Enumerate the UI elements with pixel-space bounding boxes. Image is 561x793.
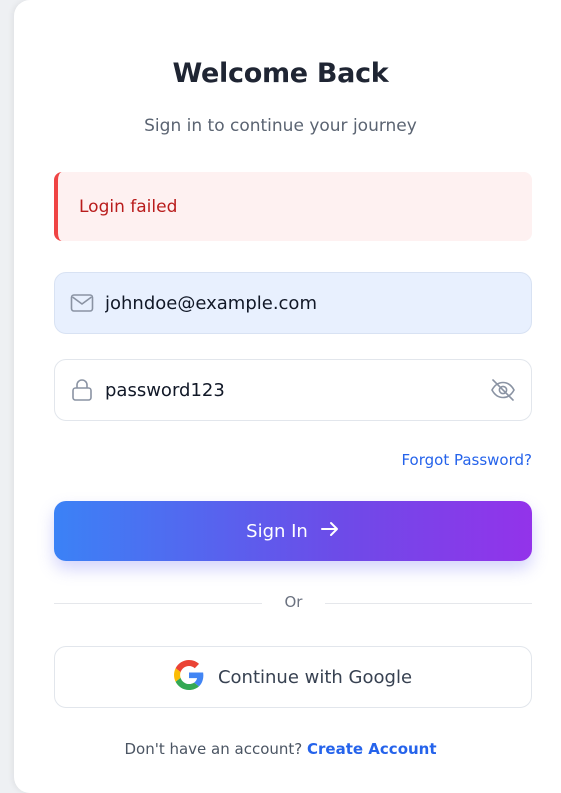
lock-icon [69, 377, 95, 403]
divider-label: Or [284, 593, 303, 611]
google-sign-in-button[interactable]: Continue with Google [54, 646, 532, 708]
page-subtitle: Sign in to continue your journey [144, 116, 417, 136]
divider-line-left [54, 603, 262, 604]
password-field [54, 359, 532, 421]
signup-prompt: Don't have an account? Create Account [0, 740, 561, 758]
google-button-label: Continue with Google [217, 666, 413, 688]
eye-off-icon[interactable] [489, 376, 517, 404]
signup-prompt-text: Don't have an account? [124, 740, 303, 758]
mail-icon [69, 290, 95, 316]
error-alert: Login failed [54, 172, 532, 241]
create-account-link[interactable]: Create Account [307, 740, 437, 758]
forgot-password-link[interactable]: Forgot Password? [401, 451, 532, 469]
sign-in-label: Sign In [246, 520, 308, 542]
error-message: Login failed [79, 196, 178, 217]
page-title: Welcome Back [172, 58, 389, 89]
email-field [54, 272, 532, 334]
arrow-right-icon [320, 520, 340, 543]
sign-in-button[interactable]: Sign In [54, 501, 532, 561]
password-input[interactable] [105, 360, 475, 420]
email-input[interactable] [105, 273, 475, 333]
google-icon [173, 659, 204, 695]
divider-line-right [325, 603, 532, 604]
